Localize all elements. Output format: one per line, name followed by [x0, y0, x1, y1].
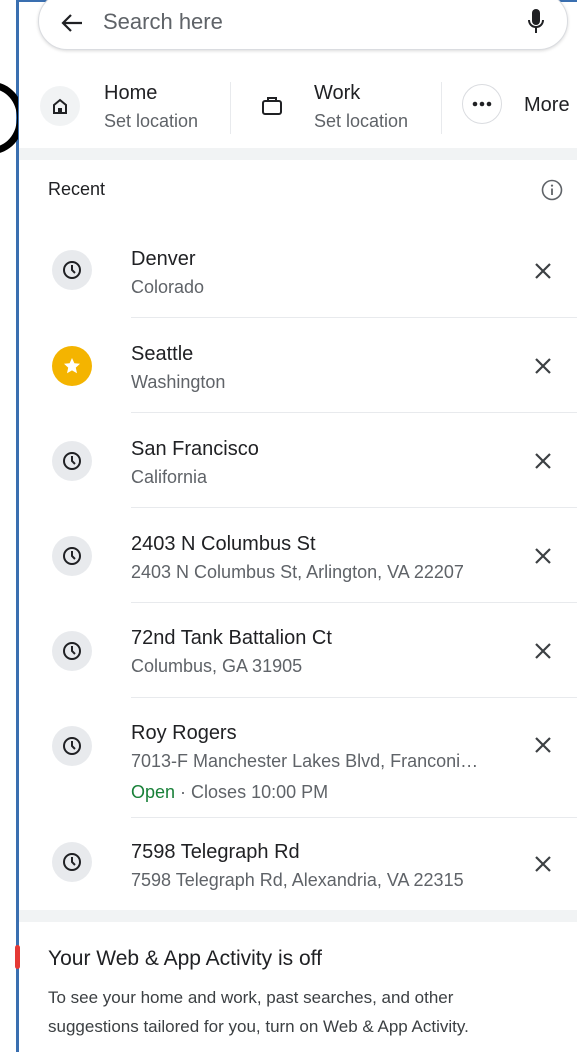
work-sublabel: Set location	[314, 111, 409, 131]
home-sublabel: Set location	[104, 111, 199, 131]
more-horiz-icon	[462, 84, 502, 124]
home-shortcut[interactable]: Home Set location	[38, 78, 228, 136]
search-input[interactable]	[103, 7, 483, 37]
history-icon	[52, 250, 92, 290]
work-shortcut[interactable]: Work Set location	[250, 78, 440, 136]
divider	[230, 82, 231, 134]
place-name: Seattle	[131, 343, 194, 365]
place-address: 7598 Telegraph Rd, Alexandria, VA 22315	[131, 870, 464, 890]
star-icon	[52, 346, 92, 386]
list-item[interactable]: 7598 Telegraph Rd 7598 Telegraph Rd, Ale…	[19, 818, 577, 908]
remove-icon[interactable]	[531, 639, 555, 663]
list-item[interactable]: San Francisco California	[19, 413, 577, 508]
remove-icon[interactable]	[531, 354, 555, 378]
list-item[interactable]: 72nd Tank Battalion Ct Columbus, GA 3190…	[19, 603, 577, 698]
remove-icon[interactable]	[531, 544, 555, 568]
history-icon	[52, 726, 92, 766]
history-icon	[52, 631, 92, 671]
home-icon	[40, 86, 80, 126]
edge-mark	[15, 945, 20, 969]
list-item[interactable]: Seattle Washington	[19, 318, 577, 413]
section-divider	[19, 910, 577, 922]
place-name: Roy Rogers	[131, 722, 237, 744]
list-item[interactable]: Roy Rogers 7013-F Manchester Lakes Blvd,…	[19, 698, 577, 818]
place-address: Columbus, GA 31905	[131, 656, 303, 676]
remove-icon[interactable]	[531, 449, 555, 473]
more-shortcut[interactable]: More	[460, 78, 577, 136]
place-address: California	[131, 467, 208, 487]
activity-title: Your Web & App Activity is off	[48, 947, 322, 970]
place-name: Denver	[131, 248, 196, 270]
history-icon	[52, 842, 92, 882]
history-icon	[52, 536, 92, 576]
list-item[interactable]: 2403 N Columbus St 2403 N Columbus St, A…	[19, 508, 577, 603]
mic-icon[interactable]	[527, 8, 545, 41]
info-icon[interactable]	[541, 179, 563, 206]
more-label: More	[524, 94, 570, 116]
back-arrow-icon[interactable]	[61, 13, 83, 38]
remove-icon[interactable]	[531, 733, 555, 757]
place-address: Washington	[131, 372, 226, 392]
remove-icon[interactable]	[531, 259, 555, 283]
work-label: Work	[314, 82, 361, 104]
remove-icon[interactable]	[531, 852, 555, 876]
history-icon	[52, 441, 92, 481]
section-divider	[19, 148, 577, 160]
briefcase-icon	[252, 86, 292, 126]
divider	[441, 82, 442, 134]
edge-glyph	[0, 82, 18, 154]
recent-heading: Recent	[48, 179, 106, 199]
list-item[interactable]: Denver Colorado	[19, 222, 577, 318]
place-address: 2403 N Columbus St, Arlington, VA 22207	[131, 562, 464, 582]
open-label: Open	[131, 782, 176, 802]
closing-time: · Closes 10:00 PM	[175, 782, 329, 802]
search-bar[interactable]	[38, 0, 568, 50]
shortcuts-row: Home Set location Work Set location More	[38, 78, 577, 136]
place-address: Colorado	[131, 277, 205, 297]
place-name: 72nd Tank Battalion Ct	[131, 627, 332, 649]
place-name: 2403 N Columbus St	[131, 533, 316, 555]
place-name: San Francisco	[131, 438, 259, 460]
activity-description: To see your home and work, past searches…	[48, 988, 469, 1036]
home-label: Home	[104, 82, 158, 104]
place-address: 7013-F Manchester Lakes Blvd, Franconi…	[131, 751, 479, 771]
open-status: Open · Closes 10:00 PM	[131, 782, 328, 803]
place-name: 7598 Telegraph Rd	[131, 841, 300, 863]
